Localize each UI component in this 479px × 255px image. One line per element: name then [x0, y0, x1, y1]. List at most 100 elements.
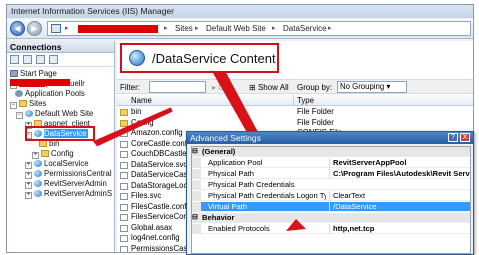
breadcrumb-default-web-site[interactable]: Default Web Site — [206, 23, 266, 35]
tree-item-sites[interactable]: − Sites — [10, 99, 46, 109]
refresh-icon[interactable] — [49, 55, 58, 64]
file-name: bin — [131, 107, 142, 116]
property-value[interactable]: http,net.tcp — [329, 224, 470, 234]
property-value[interactable]: RevitServerAppPool — [329, 158, 470, 168]
file-icon — [120, 140, 128, 148]
new-connection-icon[interactable] — [10, 55, 19, 64]
folder-icon — [120, 109, 128, 116]
property-name: Physical Path Credentials — [208, 180, 295, 189]
property-name: Behavior — [202, 213, 235, 222]
collapse-icon[interactable]: ⊟ — [192, 213, 201, 223]
breadcrumb-sites[interactable]: Sites — [175, 23, 193, 35]
file-name: FilesCastle.conf — [131, 201, 187, 211]
file-name: CoreCastle.conf — [131, 138, 187, 148]
filter-input[interactable] — [149, 81, 206, 93]
column-type-header[interactable]: Type — [293, 95, 314, 106]
property-gutter — [192, 202, 201, 212]
property-value[interactable]: /DataService — [329, 202, 470, 212]
property-row[interactable]: Physical Path Credentials Logon Type Clea… — [192, 191, 470, 201]
file-list-row[interactable]: Config File Folder — [117, 117, 473, 128]
file-name: DataStorageLoc — [131, 180, 188, 190]
filter-bar: Filter: ▸ Go ⊞ Show All Group by: No Gro… — [117, 79, 473, 94]
group-by-label: Group by: — [297, 83, 333, 92]
file-icon — [120, 224, 128, 232]
group-by-select[interactable]: No Grouping ▾ — [337, 81, 407, 93]
page-header: /DataService Content — [120, 43, 279, 73]
tree-item-localservice[interactable]: + LocalService — [25, 159, 89, 169]
window-title: Internet Information Services (IIS) Mana… — [7, 5, 473, 18]
expand-icon[interactable]: + — [25, 192, 32, 199]
file-icon — [120, 193, 128, 200]
file-type: File Folder — [297, 107, 334, 116]
property-gutter — [192, 158, 201, 168]
breadcrumb-separator: ▸ — [272, 25, 276, 32]
tree-item-config[interactable]: + Config — [32, 149, 74, 159]
connections-title: Connections — [7, 41, 114, 53]
start-page-icon — [10, 70, 18, 77]
column-name-header[interactable]: Name — [131, 95, 152, 106]
property-value[interactable]: ClearText — [329, 191, 470, 201]
tree-item-application-pools[interactable]: Application Pools — [15, 89, 85, 99]
back-button[interactable]: ◀ — [10, 21, 25, 36]
file-name: PermissionsCast — [131, 243, 190, 253]
property-value[interactable]: C:\Program Files\Autodesk\Revit Serv — [329, 169, 470, 179]
file-name: DataService.svc — [131, 159, 188, 169]
expand-icon[interactable]: + — [32, 152, 39, 159]
breadcrumb-dataservice[interactable]: DataService — [283, 23, 327, 35]
highlight-box-dataservice — [25, 126, 95, 141]
forward-button[interactable]: ▶ — [27, 21, 42, 36]
file-name: FilesServiceCont — [131, 212, 190, 221]
collapse-icon[interactable]: − — [10, 102, 17, 109]
property-grid: ⊟ (General) Application Pool RevitServerApp… — [191, 146, 471, 254]
go-button[interactable]: ▸ Go — [212, 81, 229, 94]
filter-label: Filter: — [120, 83, 140, 92]
folder-icon — [39, 140, 47, 147]
advanced-settings-dialog: Advanced Settings ? X ⊟ (General) Applicat… — [186, 131, 474, 255]
up-icon[interactable] — [36, 55, 45, 64]
address-bar: ◀ ▶ ▸ ▸ Sites ▸ Default Web Site ▸ DataS… — [7, 19, 473, 39]
file-name: Files.svc — [131, 191, 162, 200]
property-name: Enabled Protocols — [208, 224, 270, 233]
file-icon — [120, 235, 128, 242]
connections-toolbar — [7, 53, 114, 67]
property-category[interactable]: ⊟ (General) — [192, 147, 470, 157]
property-category[interactable]: ⊟ Behavior — [192, 213, 470, 223]
expand-icon[interactable]: + — [25, 182, 32, 189]
tree-item-revitserveradmin[interactable]: + RevitServerAdmin — [25, 179, 107, 189]
file-name: CouchDBCastle. — [131, 149, 189, 158]
breadcrumb[interactable]: ▸ ▸ Sites ▸ Default Web Site ▸ DataServi… — [47, 21, 471, 36]
help-button[interactable]: ? — [448, 133, 458, 142]
property-gutter — [192, 180, 201, 190]
file-list-row[interactable]: bin File Folder — [117, 107, 473, 117]
property-row[interactable]: Physical Path C:\Program Files\Autodesk\R… — [192, 169, 470, 179]
sites-folder-icon — [19, 100, 27, 107]
collapse-icon[interactable]: − — [16, 112, 23, 119]
file-icon — [120, 130, 128, 137]
page-title: /DataService Content — [152, 51, 276, 66]
tree-item-revitserveradmins[interactable]: + RevitServerAdminS — [25, 189, 112, 199]
tree-item-start-page[interactable]: Start Page — [10, 69, 57, 79]
file-icon — [120, 151, 128, 158]
property-row[interactable]: Enabled Protocols http,net.tcp — [192, 224, 470, 234]
file-name: DataServiceCast — [131, 170, 190, 179]
property-gutter — [192, 191, 201, 201]
property-row[interactable]: Application Pool RevitServerAppPool — [192, 158, 470, 168]
expand-icon[interactable]: + — [25, 172, 32, 179]
expand-icon[interactable]: + — [25, 162, 32, 169]
file-name: Amazon.config — [131, 128, 183, 137]
property-row[interactable]: Physical Path Credentials — [192, 180, 470, 190]
property-name: Physical Path — [208, 169, 255, 178]
file-name: Config — [131, 117, 154, 127]
dialog-titlebar: Advanced Settings ? X — [187, 132, 473, 144]
property-gutter — [192, 224, 201, 234]
tree-item-permissionscentral[interactable]: + PermissionsCentral — [25, 169, 112, 179]
property-row[interactable]: Virtual Path/DataService — [192, 202, 470, 212]
tree-item-default-web-site[interactable]: − Default Web Site — [16, 109, 93, 119]
globe-icon — [34, 160, 42, 167]
breadcrumb-separator: ▸ — [195, 25, 199, 32]
close-button[interactable]: X — [460, 133, 470, 142]
folder-icon — [120, 119, 128, 127]
show-all-button[interactable]: ⊞ Show All — [249, 81, 289, 94]
save-icon[interactable] — [23, 55, 32, 64]
collapse-icon[interactable]: ⊟ — [192, 147, 201, 157]
